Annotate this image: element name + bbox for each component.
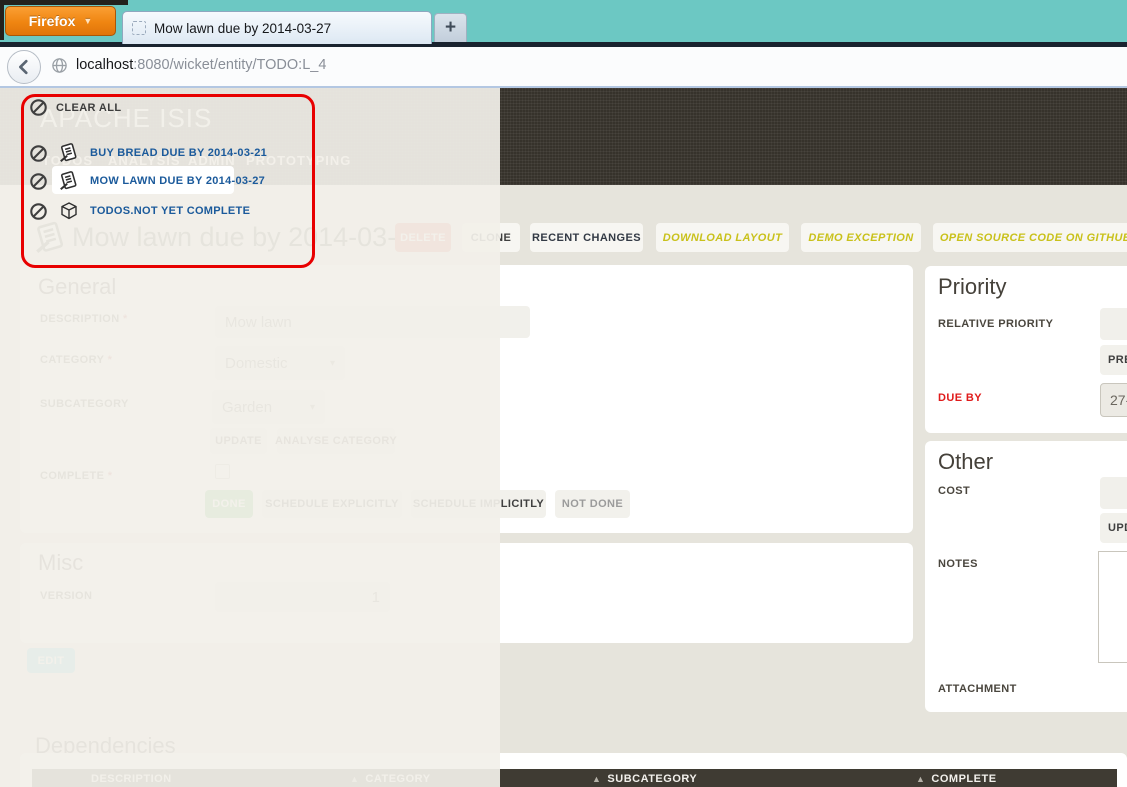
clear-all-bookmarks[interactable]: CLEAR ALL (29, 98, 122, 117)
bookmark-item-current[interactable]: MOW LAWN DUE BY 2014-03-27 (29, 170, 265, 192)
recent-changes-button[interactable]: RECENT CHANGES (530, 223, 643, 252)
other-heading: Other (938, 449, 994, 474)
chevron-down-icon: ▼ (83, 16, 93, 26)
previous-button[interactable]: PRE (1100, 345, 1127, 375)
remove-bookmark-icon[interactable] (29, 202, 48, 221)
due-by-field[interactable]: 27-0 (1100, 383, 1127, 417)
bookmark-item[interactable]: BUY BREAD DUE BY 2014-03-21 (29, 142, 267, 164)
url-bar[interactable]: localhost:8080/wicket/entity/TODO:L_4 (76, 57, 326, 73)
update-cost-button[interactable]: UPD (1100, 513, 1127, 543)
new-tab-button[interactable]: + (434, 13, 467, 42)
remove-bookmark-icon[interactable] (29, 172, 48, 191)
browser-tab[interactable]: Mow lawn due by 2014-03-27 (122, 11, 432, 44)
column-header-subcategory[interactable]: ▲ SUBCATEGORY (592, 773, 697, 785)
attachment-label: ATTACHMENT (938, 683, 1017, 695)
bookmark-link[interactable]: BUY BREAD DUE BY 2014-03-21 (90, 147, 267, 159)
back-arrow-icon (19, 59, 28, 75)
screen: APACHE ISIS TODOS ANALYSIS ADMIN PROTOTY… (0, 0, 1127, 787)
bookmark-item[interactable]: TODOS.NOT YET COMPLETE (29, 201, 250, 221)
url-path: :8080/wicket/entity/TODO:L_4 (133, 57, 327, 73)
globe-icon (51, 57, 68, 79)
download-layout-button[interactable]: DOWNLOAD LAYOUT (656, 223, 789, 252)
firefox-menu-button[interactable]: Firefox ▼ (5, 6, 116, 36)
notes-label: NOTES (938, 558, 978, 570)
notes-textarea[interactable] (1098, 551, 1127, 663)
tab-title: Mow lawn due by 2014-03-27 (154, 20, 332, 36)
todo-item-icon (60, 171, 77, 191)
demo-exception-button[interactable]: DEMO EXCEPTION (801, 223, 921, 252)
not-done-button[interactable]: NOT DONE (555, 490, 630, 518)
todo-item-icon (60, 143, 77, 163)
cost-field (1100, 477, 1127, 509)
remove-bookmark-icon[interactable] (29, 144, 48, 163)
other-panel (925, 441, 1127, 712)
clear-all-label: CLEAR ALL (56, 101, 122, 114)
sort-arrow-icon: ▲ (916, 774, 926, 784)
priority-heading: Priority (938, 274, 1007, 299)
window-frame-edge (0, 0, 4, 40)
no-entry-icon (30, 99, 47, 116)
tab-favicon-placeholder-icon (132, 21, 146, 35)
cost-label: COST (938, 485, 971, 497)
relative-priority-label: RELATIVE PRIORITY (938, 318, 1054, 330)
toolbar-border (0, 86, 1127, 88)
relative-priority-field (1100, 308, 1127, 340)
window-frame-edge (0, 0, 128, 5)
bookmark-link[interactable]: TODOS.NOT YET COMPLETE (90, 205, 250, 217)
open-source-button[interactable]: OPEN SOURCE CODE ON GITHUB (933, 223, 1127, 252)
collection-cube-icon (61, 202, 77, 220)
due-by-label: DUE BY (938, 392, 982, 404)
url-host: localhost (76, 57, 134, 73)
bookmark-link[interactable]: MOW LAWN DUE BY 2014-03-27 (90, 175, 265, 187)
column-header-complete[interactable]: ▲ COMPLETE (916, 773, 997, 785)
back-button[interactable] (7, 50, 41, 84)
sort-arrow-icon: ▲ (592, 774, 602, 784)
